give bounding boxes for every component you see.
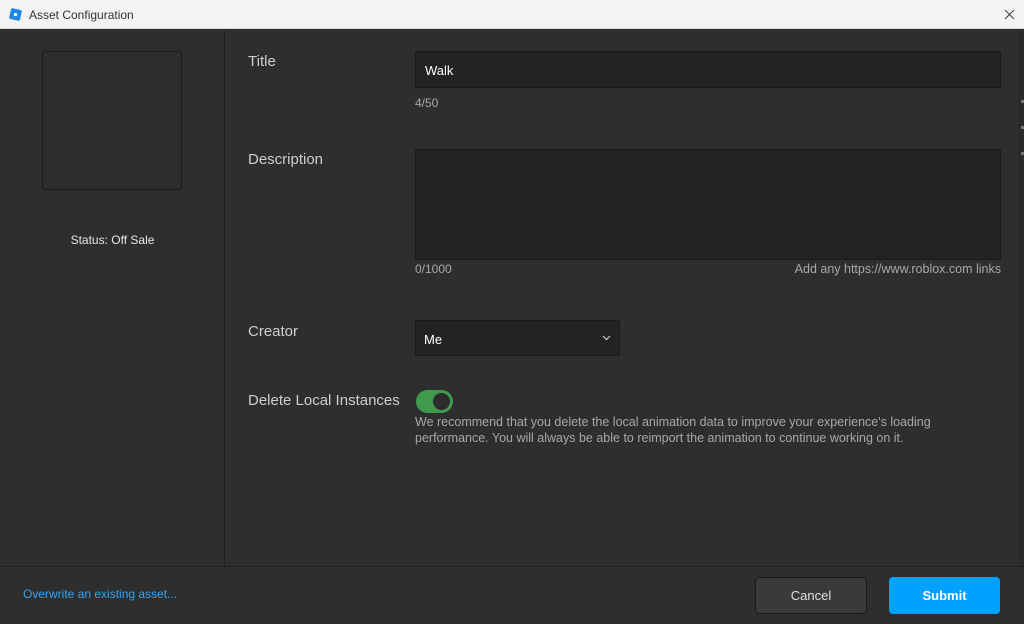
scrollbar[interactable]	[1018, 30, 1024, 566]
description-input[interactable]	[415, 149, 1001, 260]
left-panel: Status: Off Sale	[0, 30, 225, 566]
delete-local-label: Delete Local Instances	[248, 392, 400, 409]
creator-label: Creator	[248, 323, 299, 340]
title-input[interactable]: Walk	[415, 51, 1001, 88]
delete-local-toggle[interactable]	[416, 390, 453, 413]
dialog-footer: Overwrite an existing asset... Cancel Su…	[0, 566, 1024, 624]
cancel-button[interactable]: Cancel	[755, 577, 867, 614]
window-title: Asset Configuration	[29, 8, 134, 22]
description-char-counter: 0/1000	[415, 262, 452, 276]
close-button[interactable]	[994, 0, 1024, 29]
submit-button[interactable]: Submit	[889, 577, 1000, 614]
description-label: Description	[248, 151, 324, 168]
title-char-counter: 4/50	[415, 96, 439, 110]
creator-selected-value: Me	[424, 332, 443, 347]
title-input-value: Walk	[425, 63, 454, 78]
close-icon	[1004, 9, 1014, 20]
overwrite-asset-link[interactable]: Overwrite an existing asset...	[23, 587, 177, 601]
description-hint: Add any https://www.roblox.com links	[794, 262, 1001, 276]
main-form-panel	[226, 30, 1018, 566]
status-label: Status: Off Sale	[70, 233, 155, 247]
delete-local-description: We recommend that you delete the local a…	[415, 415, 931, 445]
toggle-knob	[433, 393, 450, 410]
title-label: Title	[248, 53, 276, 70]
roblox-studio-icon	[9, 8, 22, 21]
window-titlebar: Asset Configuration	[0, 0, 1024, 29]
creator-dropdown[interactable]: Me	[415, 320, 620, 356]
chevron-down-icon	[602, 335, 611, 341]
asset-thumbnail	[42, 51, 182, 190]
